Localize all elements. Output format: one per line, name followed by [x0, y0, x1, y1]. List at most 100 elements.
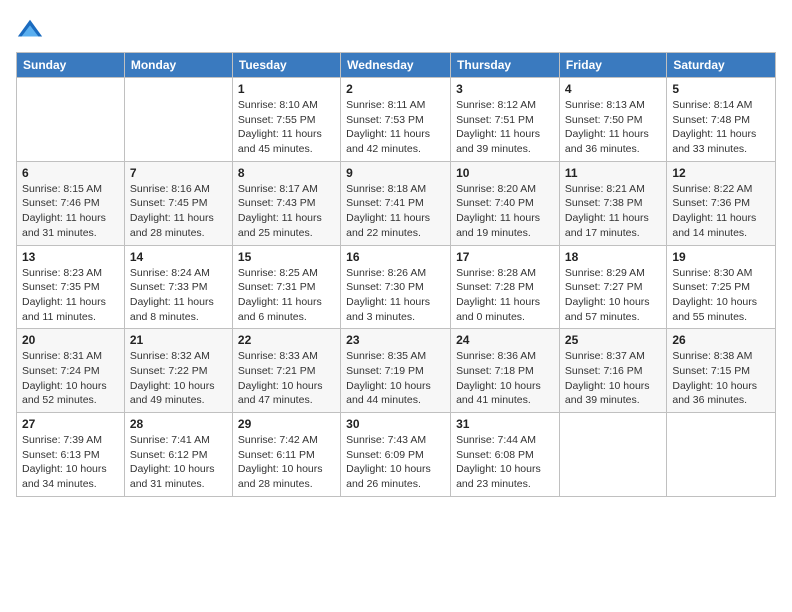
- day-number: 5: [672, 82, 770, 96]
- day-info: Sunrise: 8:18 AM Sunset: 7:41 PM Dayligh…: [346, 182, 445, 241]
- calendar-cell: 23 Sunrise: 8:35 AM Sunset: 7:19 PM Dayli…: [341, 329, 451, 413]
- calendar-cell: 14 Sunrise: 8:24 AM Sunset: 7:33 PM Dayli…: [124, 245, 232, 329]
- day-info: Sunrise: 8:24 AM Sunset: 7:33 PM Dayligh…: [130, 266, 227, 325]
- day-header-monday: Monday: [124, 53, 232, 78]
- day-number: 24: [456, 333, 554, 347]
- day-info: Sunrise: 8:15 AM Sunset: 7:46 PM Dayligh…: [22, 182, 119, 241]
- day-info: Sunrise: 8:38 AM Sunset: 7:15 PM Dayligh…: [672, 349, 770, 408]
- day-number: 12: [672, 166, 770, 180]
- calendar-cell: 8 Sunrise: 8:17 AM Sunset: 7:43 PM Daylig…: [232, 161, 340, 245]
- day-info: Sunrise: 8:36 AM Sunset: 7:18 PM Dayligh…: [456, 349, 554, 408]
- calendar-cell: [124, 78, 232, 162]
- logo-icon: [16, 16, 44, 44]
- day-header-sunday: Sunday: [17, 53, 125, 78]
- calendar-cell: 12 Sunrise: 8:22 AM Sunset: 7:36 PM Dayli…: [667, 161, 776, 245]
- day-info: Sunrise: 7:41 AM Sunset: 6:12 PM Dayligh…: [130, 433, 227, 492]
- day-number: 29: [238, 417, 335, 431]
- calendar-cell: 10Sunrise: 8:20 AM Sunset: 7:40 PM Dayli…: [451, 161, 560, 245]
- day-info: Sunrise: 8:14 AM Sunset: 7:48 PM Dayligh…: [672, 98, 770, 157]
- calendar-cell: 19 Sunrise: 8:30 AM Sunset: 7:25 PM Dayli…: [667, 245, 776, 329]
- calendar-week-row: 27 Sunrise: 7:39 AM Sunset: 6:13 PM Dayli…: [17, 413, 776, 497]
- day-info: Sunrise: 8:10 AM Sunset: 7:55 PM Dayligh…: [238, 98, 335, 157]
- calendar-cell: 6 Sunrise: 8:15 AM Sunset: 7:46 PM Daylig…: [17, 161, 125, 245]
- day-info: Sunrise: 8:31 AM Sunset: 7:24 PM Dayligh…: [22, 349, 119, 408]
- calendar-cell: 9 Sunrise: 8:18 AM Sunset: 7:41 PM Daylig…: [341, 161, 451, 245]
- day-number: 14: [130, 250, 227, 264]
- day-header-friday: Friday: [559, 53, 666, 78]
- day-info: Sunrise: 8:16 AM Sunset: 7:45 PM Dayligh…: [130, 182, 227, 241]
- calendar-cell: 11 Sunrise: 8:21 AM Sunset: 7:38 PM Dayli…: [559, 161, 666, 245]
- calendar-cell: 20 Sunrise: 8:31 AM Sunset: 7:24 PM Dayli…: [17, 329, 125, 413]
- day-info: Sunrise: 8:22 AM Sunset: 7:36 PM Dayligh…: [672, 182, 770, 241]
- day-info: Sunrise: 8:32 AM Sunset: 7:22 PM Dayligh…: [130, 349, 227, 408]
- calendar-week-row: 6 Sunrise: 8:15 AM Sunset: 7:46 PM Daylig…: [17, 161, 776, 245]
- day-number: 23: [346, 333, 445, 347]
- day-number: 10: [456, 166, 554, 180]
- day-info: Sunrise: 8:37 AM Sunset: 7:16 PM Dayligh…: [565, 349, 661, 408]
- page-header: [16, 16, 776, 44]
- calendar-cell: 30Sunrise: 7:43 AM Sunset: 6:09 PM Dayli…: [341, 413, 451, 497]
- day-number: 22: [238, 333, 335, 347]
- calendar-week-row: 20 Sunrise: 8:31 AM Sunset: 7:24 PM Dayli…: [17, 329, 776, 413]
- day-number: 11: [565, 166, 661, 180]
- day-info: Sunrise: 8:21 AM Sunset: 7:38 PM Dayligh…: [565, 182, 661, 241]
- calendar-cell: 22 Sunrise: 8:33 AM Sunset: 7:21 PM Dayli…: [232, 329, 340, 413]
- day-header-wednesday: Wednesday: [341, 53, 451, 78]
- day-info: Sunrise: 8:25 AM Sunset: 7:31 PM Dayligh…: [238, 266, 335, 325]
- day-number: 16: [346, 250, 445, 264]
- day-number: 4: [565, 82, 661, 96]
- day-number: 13: [22, 250, 119, 264]
- day-info: Sunrise: 8:30 AM Sunset: 7:25 PM Dayligh…: [672, 266, 770, 325]
- day-info: Sunrise: 8:26 AM Sunset: 7:30 PM Dayligh…: [346, 266, 445, 325]
- calendar-cell: 7 Sunrise: 8:16 AM Sunset: 7:45 PM Daylig…: [124, 161, 232, 245]
- calendar-table: SundayMondayTuesdayWednesdayThursdayFrid…: [16, 52, 776, 497]
- day-info: Sunrise: 8:12 AM Sunset: 7:51 PM Dayligh…: [456, 98, 554, 157]
- day-number: 31: [456, 417, 554, 431]
- calendar-cell: 29 Sunrise: 7:42 AM Sunset: 6:11 PM Dayli…: [232, 413, 340, 497]
- calendar-header-row: SundayMondayTuesdayWednesdayThursdayFrid…: [17, 53, 776, 78]
- day-number: 20: [22, 333, 119, 347]
- day-info: Sunrise: 7:44 AM Sunset: 6:08 PM Dayligh…: [456, 433, 554, 492]
- calendar-cell: [17, 78, 125, 162]
- day-number: 18: [565, 250, 661, 264]
- day-number: 25: [565, 333, 661, 347]
- calendar-cell: 13 Sunrise: 8:23 AM Sunset: 7:35 PM Dayli…: [17, 245, 125, 329]
- day-info: Sunrise: 7:39 AM Sunset: 6:13 PM Dayligh…: [22, 433, 119, 492]
- calendar-week-row: 1Sunrise: 8:10 AM Sunset: 7:55 PM Daylig…: [17, 78, 776, 162]
- calendar-cell: 16 Sunrise: 8:26 AM Sunset: 7:30 PM Dayli…: [341, 245, 451, 329]
- day-number: 27: [22, 417, 119, 431]
- day-info: Sunrise: 8:29 AM Sunset: 7:27 PM Dayligh…: [565, 266, 661, 325]
- calendar-cell: 31 Sunrise: 7:44 AM Sunset: 6:08 PM Dayli…: [451, 413, 560, 497]
- day-number: 9: [346, 166, 445, 180]
- day-info: Sunrise: 8:33 AM Sunset: 7:21 PM Dayligh…: [238, 349, 335, 408]
- day-info: Sunrise: 7:42 AM Sunset: 6:11 PM Dayligh…: [238, 433, 335, 492]
- calendar-week-row: 13 Sunrise: 8:23 AM Sunset: 7:35 PM Dayli…: [17, 245, 776, 329]
- day-number: 21: [130, 333, 227, 347]
- day-number: 3: [456, 82, 554, 96]
- calendar-cell: 5 Sunrise: 8:14 AM Sunset: 7:48 PM Daylig…: [667, 78, 776, 162]
- day-number: 6: [22, 166, 119, 180]
- calendar-cell: 18 Sunrise: 8:29 AM Sunset: 7:27 PM Dayli…: [559, 245, 666, 329]
- day-number: 19: [672, 250, 770, 264]
- day-header-tuesday: Tuesday: [232, 53, 340, 78]
- day-header-thursday: Thursday: [451, 53, 560, 78]
- calendar-cell: 26 Sunrise: 8:38 AM Sunset: 7:15 PM Dayli…: [667, 329, 776, 413]
- calendar-cell: 4Sunrise: 8:13 AM Sunset: 7:50 PM Daylig…: [559, 78, 666, 162]
- day-info: Sunrise: 7:43 AM Sunset: 6:09 PM Dayligh…: [346, 433, 445, 492]
- day-info: Sunrise: 8:23 AM Sunset: 7:35 PM Dayligh…: [22, 266, 119, 325]
- day-number: 26: [672, 333, 770, 347]
- calendar-cell: [559, 413, 666, 497]
- day-number: 17: [456, 250, 554, 264]
- day-info: Sunrise: 8:35 AM Sunset: 7:19 PM Dayligh…: [346, 349, 445, 408]
- day-header-saturday: Saturday: [667, 53, 776, 78]
- day-number: 7: [130, 166, 227, 180]
- day-info: Sunrise: 8:17 AM Sunset: 7:43 PM Dayligh…: [238, 182, 335, 241]
- logo: [16, 16, 48, 44]
- day-number: 8: [238, 166, 335, 180]
- calendar-cell: 2Sunrise: 8:11 AM Sunset: 7:53 PM Daylig…: [341, 78, 451, 162]
- day-number: 15: [238, 250, 335, 264]
- calendar-cell: 3 Sunrise: 8:12 AM Sunset: 7:51 PM Daylig…: [451, 78, 560, 162]
- calendar-cell: 25 Sunrise: 8:37 AM Sunset: 7:16 PM Dayli…: [559, 329, 666, 413]
- calendar-cell: 1Sunrise: 8:10 AM Sunset: 7:55 PM Daylig…: [232, 78, 340, 162]
- calendar-cell: 24 Sunrise: 8:36 AM Sunset: 7:18 PM Dayli…: [451, 329, 560, 413]
